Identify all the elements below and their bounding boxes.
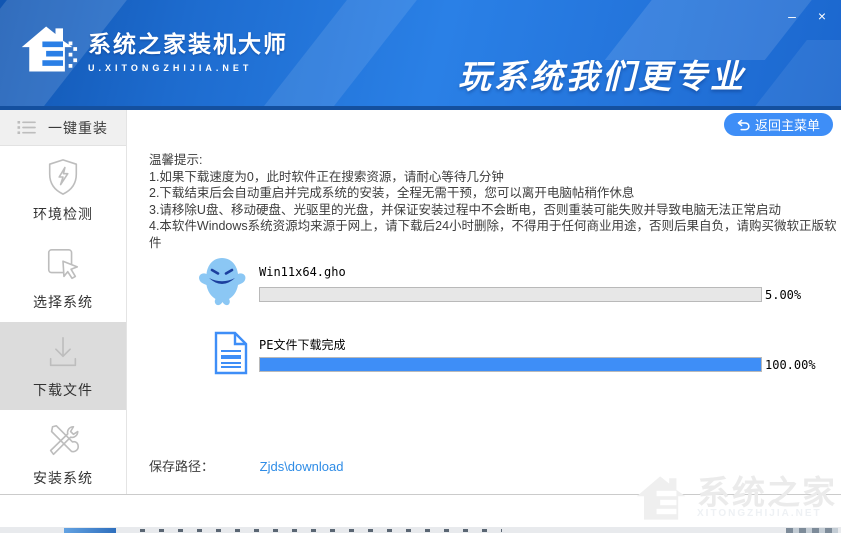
select-cursor-icon bbox=[47, 248, 79, 279]
sidebar-item-label: 一键重装 bbox=[48, 119, 108, 136]
return-main-menu-button[interactable]: 返回主菜单 bbox=[723, 113, 833, 136]
sliver-tick-segments bbox=[140, 529, 502, 532]
brand-title: 系统之家装机大师 bbox=[88, 31, 288, 57]
save-path-link[interactable]: Zjds\download bbox=[260, 459, 344, 474]
watermark-title: 系统之家 bbox=[697, 473, 837, 511]
main-content: 返回主菜单 温馨提示: 1.如果下载速度为0，此时软件正在搜索资源，请耐心等待几… bbox=[128, 110, 841, 494]
brand-logo: 系统之家装机大师 U.XITONGZHIJIA.NET bbox=[18, 20, 288, 78]
sidebar-item-install-system[interactable]: 安装系统 bbox=[0, 410, 126, 498]
watermark: 系统之家 XITONGZHIJIA.NET bbox=[633, 471, 837, 525]
tip-line: 3.请移除U盘、移动硬盘、光驱里的光盘，并保证安装过程中不会断电，否则重装可能失… bbox=[149, 202, 781, 217]
return-arrow-icon bbox=[737, 119, 750, 130]
tools-icon bbox=[49, 424, 80, 455]
progress-fill bbox=[260, 288, 286, 301]
sliver-right-segments bbox=[786, 528, 838, 533]
document-icon bbox=[214, 331, 248, 375]
download-progress-bar bbox=[259, 287, 762, 302]
minimize-button[interactable]: – bbox=[783, 7, 801, 25]
background-window-sliver bbox=[0, 527, 841, 533]
sidebar-item-label: 安装系统 bbox=[33, 469, 93, 486]
watermark-house-icon bbox=[636, 476, 686, 520]
download-icon bbox=[49, 336, 77, 366]
download-file-name: Win11x64.gho bbox=[259, 265, 346, 279]
sidebar: 一键重装 环境检测 选择系统 下载文件 安装系统 bbox=[0, 110, 127, 494]
sidebar-item-label: 下载文件 bbox=[33, 381, 93, 398]
list-icon bbox=[17, 121, 36, 134]
sliver-blue-segment bbox=[64, 528, 116, 533]
return-main-menu-label: 返回主菜单 bbox=[754, 118, 820, 133]
header-slogan: 玩系统我们更专业 bbox=[458, 58, 746, 95]
tip-line: 4.本软件Windows系统资源均来源于网上，请下载后24小时删除，不得用于任何… bbox=[149, 219, 837, 250]
shield-check-icon bbox=[48, 158, 78, 195]
tip-line: 2.下载结束后会自动重启并完成系统的安装，全程无需干预，您可以离开电脑帖稍作休息 bbox=[149, 186, 635, 200]
download-percent: 5.00% bbox=[765, 288, 802, 302]
ghost-mascot-icon bbox=[199, 258, 246, 306]
download-percent: 100.00% bbox=[765, 358, 816, 372]
sidebar-item-select-system[interactable]: 选择系统 bbox=[0, 234, 126, 322]
tip-line: 1.如果下载速度为0，此时软件正在搜索资源，请耐心等待几分钟 bbox=[149, 169, 504, 184]
download-file-name: PE文件下载完成 bbox=[259, 338, 346, 352]
app-header: 系统之家装机大师 U.XITONGZHIJIA.NET 玩系统我们更专业 – × bbox=[0, 0, 841, 106]
sidebar-item-label: 选择系统 bbox=[33, 293, 93, 310]
close-button[interactable]: × bbox=[813, 7, 831, 25]
download-progress-bar bbox=[259, 357, 762, 372]
brand-subtitle: U.XITONGZHIJIA.NET bbox=[88, 63, 253, 73]
tips-block: 温馨提示: 1.如果下载速度为0，此时软件正在搜索资源，请耐心等待几分钟 2.下… bbox=[149, 152, 841, 251]
sidebar-item-label: 环境检测 bbox=[33, 205, 93, 222]
house-logo-icon bbox=[21, 26, 78, 72]
sidebar-item-env-check[interactable]: 环境检测 bbox=[0, 146, 126, 234]
progress-fill bbox=[260, 358, 761, 371]
sidebar-item-onekey-reinstall[interactable]: 一键重装 bbox=[0, 110, 126, 146]
save-path-label: 保存路径： bbox=[149, 459, 215, 474]
tips-title: 温馨提示: bbox=[149, 153, 203, 167]
watermark-subtitle: XITONGZHIJIA.NET bbox=[697, 507, 822, 519]
sidebar-item-download-files[interactable]: 下载文件 bbox=[0, 322, 126, 410]
